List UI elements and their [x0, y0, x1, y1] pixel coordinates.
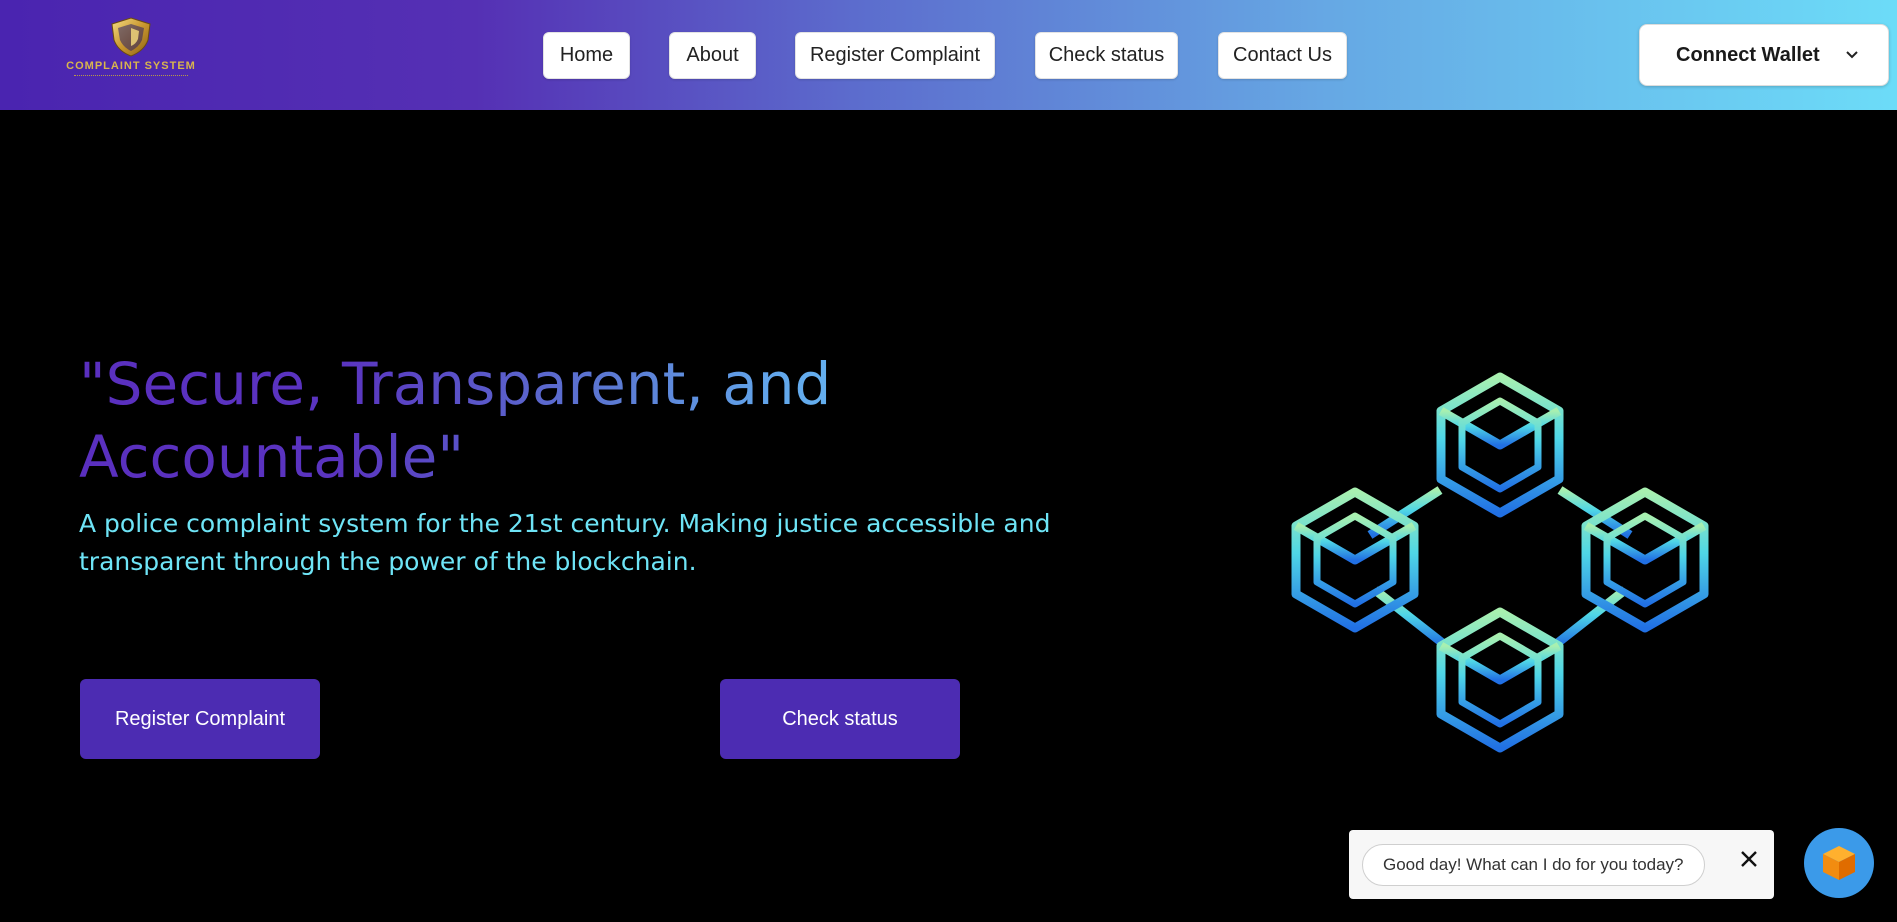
nav-check-status-button[interactable]: Check status [1035, 32, 1178, 79]
hero-subtitle: A police complaint system for the 21st c… [79, 509, 1051, 576]
check-status-button[interactable]: Check status [720, 679, 960, 759]
chat-greeting-message: Good day! What can I do for you today? [1362, 844, 1705, 886]
logo-title: COMPLAINT SYSTEM [66, 60, 196, 72]
chat-popup: Good day! What can I do for you today? [1349, 830, 1774, 899]
nav-home-button[interactable]: Home [543, 32, 630, 79]
logo-tagline-decoration [74, 75, 188, 79]
cube-icon [1823, 846, 1855, 880]
nav-contact-us-button[interactable]: Contact Us [1218, 32, 1347, 79]
nav-register-complaint-button[interactable]: Register Complaint [795, 32, 995, 79]
chat-launcher-button[interactable] [1804, 828, 1874, 898]
close-icon[interactable] [1737, 847, 1761, 871]
connect-wallet-button[interactable]: Connect Wallet [1639, 24, 1889, 86]
chevron-down-icon [1846, 51, 1858, 59]
shield-icon [111, 17, 151, 57]
register-complaint-button[interactable]: Register Complaint [80, 679, 320, 759]
connect-wallet-label: Connect Wallet [1676, 43, 1820, 66]
site-logo[interactable]: COMPLAINT SYSTEM [66, 16, 196, 86]
hero-title: "Secure, Transparent, and Accountable" [79, 348, 959, 494]
blockchain-cubes-icon [1275, 335, 1725, 785]
nav-about-button[interactable]: About [669, 32, 756, 79]
top-navbar: COMPLAINT SYSTEM Home About Register Com… [0, 0, 1897, 110]
